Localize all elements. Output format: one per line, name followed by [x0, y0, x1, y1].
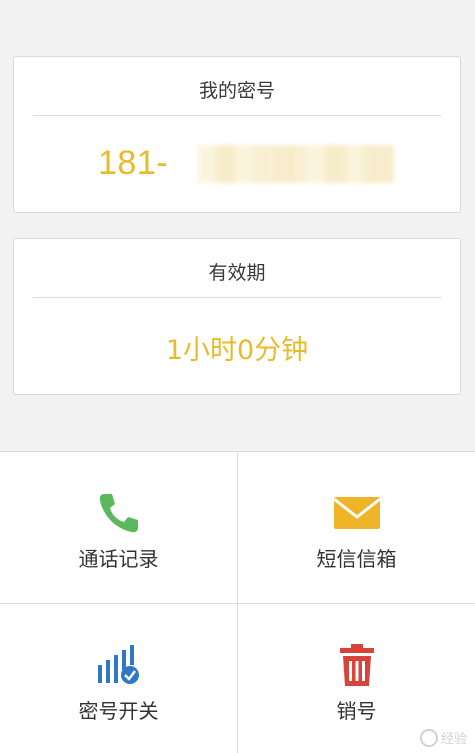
expiry-value: 1小时0分钟 — [165, 335, 309, 366]
my-number-title: 我的密号 — [198, 80, 275, 102]
number-toggle-button[interactable]: 密号开关 — [0, 604, 237, 753]
my-number-card: 我的密号 181- — [13, 56, 461, 213]
call-log-button[interactable]: 通话记录 — [0, 452, 237, 603]
watermark-paw-icon — [419, 728, 438, 747]
cancel-number-label: 销号 — [336, 699, 377, 723]
expiry-card: 有效期 1小时0分钟 — [13, 238, 461, 395]
signal-toggle-icon — [89, 642, 149, 688]
number-toggle-label: 密号开关 — [78, 699, 159, 723]
trash-icon — [327, 642, 387, 688]
my-number-row: 181- — [14, 116, 460, 213]
watermark: 经验 — [419, 728, 467, 747]
page: 我的密号 181- 有效期 1小时0分钟 通话记录 短信信箱 密号开关 销号 经… — [0, 0, 475, 753]
phone-icon — [89, 490, 149, 536]
call-log-label: 通话记录 — [78, 547, 159, 571]
sms-inbox-label: 短信信箱 — [316, 547, 397, 571]
watermark-text: 经验 — [440, 732, 467, 747]
expiry-title: 有效期 — [208, 262, 266, 284]
action-grid: 通话记录 短信信箱 密号开关 销号 经验 — [0, 451, 475, 753]
envelope-icon — [327, 490, 387, 536]
blurred-number-mask — [198, 145, 394, 183]
sms-inbox-button[interactable]: 短信信箱 — [238, 452, 475, 603]
my-number-value: 181- — [98, 144, 169, 182]
